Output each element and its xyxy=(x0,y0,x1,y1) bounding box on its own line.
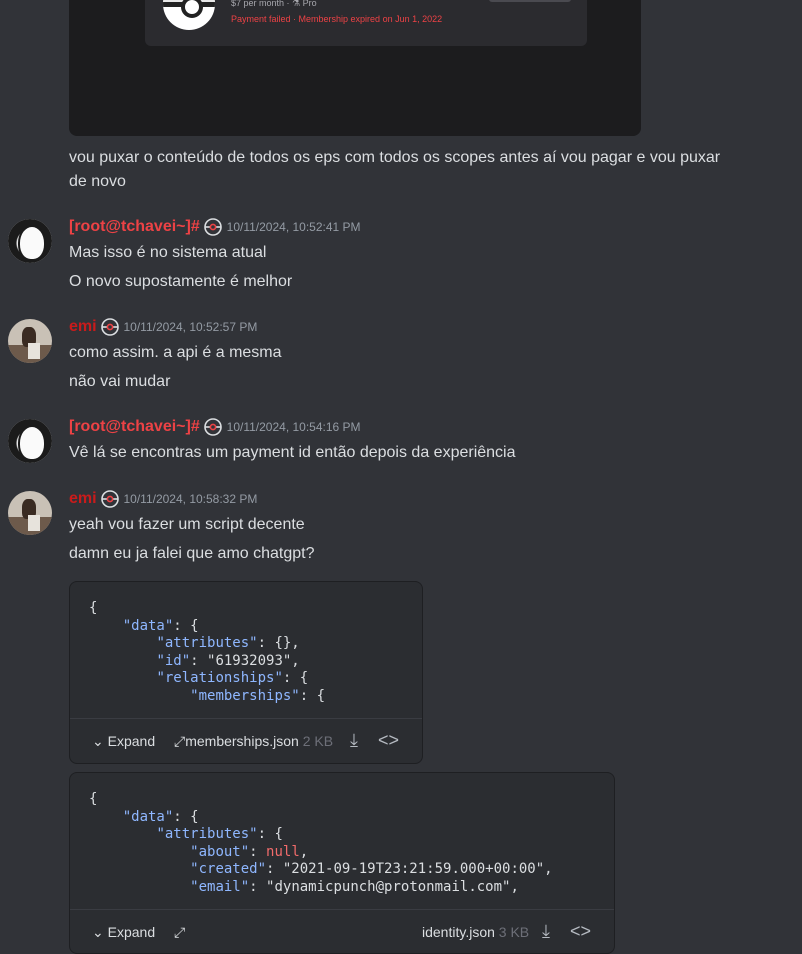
pokeball-badge-icon xyxy=(204,418,223,436)
pokeball-badge-icon xyxy=(204,218,223,236)
attachment-footer: ⌄ Expand ⤢memberships.json 2 KB ⤓ <> xyxy=(70,718,422,763)
code-line: "id": "61932093", xyxy=(156,652,300,669)
message-header: emi 10/11/2024, 10:58:32 PM xyxy=(69,490,257,508)
membership-button xyxy=(489,0,571,2)
membership-error: Payment failed · Membership expired on J… xyxy=(231,14,443,24)
expand-button[interactable]: ⌄ Expand xyxy=(92,924,155,941)
code-line: "data": { xyxy=(122,808,199,825)
message-line: vou puxar o conteúdo de todos os eps com… xyxy=(69,149,721,166)
message-content: vou puxar o conteúdo de todos os eps com… xyxy=(69,146,769,194)
message-header: [root@tchavei~]# 10/11/2024, 10:52:41 PM xyxy=(69,218,361,236)
timestamp: 10/11/2024, 10:52:57 PM xyxy=(123,320,258,335)
expand-button[interactable]: ⌄ Expand xyxy=(92,733,155,750)
timestamp: 10/11/2024, 10:52:41 PM xyxy=(226,220,361,235)
code-line: "created": "2021-09-19T23:21:59.000+00:0… xyxy=(190,861,553,878)
expand-arrows-icon[interactable]: ⤢ xyxy=(174,733,185,749)
code-line: { xyxy=(89,600,98,616)
message-header: emi 10/11/2024, 10:52:57 PM xyxy=(69,318,257,336)
timestamp: 10/11/2024, 10:54:16 PM xyxy=(226,420,361,435)
expand-arrows-icon[interactable]: ⤢ xyxy=(174,924,185,941)
file-attachment[interactable]: { "data": { "attributes": {}, "id": "619… xyxy=(69,581,423,764)
code-line: "data": { xyxy=(122,617,199,634)
avatar[interactable] xyxy=(8,319,52,363)
pokeball-badge-icon xyxy=(101,490,119,508)
pokeball-badge-icon xyxy=(101,318,119,336)
code-line: "email": "dynamicpunch@protonmail.com", xyxy=(190,878,519,895)
timestamp: 10/11/2024, 10:58:32 PM xyxy=(123,492,258,507)
code-line: "relationships": { xyxy=(156,670,309,687)
message-line: damn eu ja falei que amo chatgpt? xyxy=(69,545,315,562)
code-view-icon[interactable]: <> xyxy=(570,922,591,940)
username[interactable]: emi xyxy=(69,318,97,335)
download-icon[interactable]: ⤓ xyxy=(350,731,358,749)
message-line: Vê lá se encontras um payment id então d… xyxy=(69,444,516,461)
avatar[interactable] xyxy=(8,491,52,535)
code-line: "attributes": { xyxy=(156,826,283,843)
membership-card: $7 per month · ⚗ Pro Payment failed · Me… xyxy=(145,0,587,46)
code-line: { xyxy=(89,791,98,807)
username[interactable]: [root@tchavei~]# xyxy=(69,218,200,235)
username[interactable]: [root@tchavei~]# xyxy=(69,418,200,435)
file-name[interactable]: memberships.json xyxy=(185,733,299,749)
expand-label: Expand xyxy=(107,733,156,749)
code-line: "about": null, xyxy=(190,843,309,860)
code-line: "memberships": { xyxy=(190,687,326,704)
code-line: "attributes": {}, xyxy=(156,635,300,652)
pokeball-icon xyxy=(163,0,215,30)
message-line: O novo supostamente é melhor xyxy=(69,273,293,290)
code-preview: { "data": { "attributes": {}, "id": "619… xyxy=(89,600,325,706)
embedded-image[interactable]: $7 per month · ⚗ Pro Payment failed · Me… xyxy=(69,0,641,136)
download-icon[interactable]: ⤓ xyxy=(542,922,550,940)
message-line: não vai mudar xyxy=(69,373,171,390)
file-size: 2 KB xyxy=(302,733,334,749)
code-view-icon[interactable]: <> xyxy=(378,731,399,749)
message-line: como assim. a api é a mesma xyxy=(69,344,282,361)
message-line: de novo xyxy=(69,173,126,190)
avatar[interactable] xyxy=(8,219,52,263)
code-preview: { "data": { "attributes": { "about": nul… xyxy=(89,791,553,897)
message-header: [root@tchavei~]# 10/11/2024, 10:54:16 PM xyxy=(69,418,361,436)
avatar[interactable] xyxy=(8,419,52,463)
file-info: ⤢memberships.json 2 KB xyxy=(174,733,333,750)
username[interactable]: emi xyxy=(69,490,97,507)
membership-price: $7 per month · ⚗ Pro xyxy=(231,0,317,8)
message-line: Mas isso é no sistema atual xyxy=(69,244,267,261)
flask-icon: ⚗ xyxy=(292,0,303,8)
file-attachment[interactable]: { "data": { "attributes": { "about": nul… xyxy=(69,772,615,954)
chevron-down-icon: ⌄ xyxy=(92,733,104,749)
message-line: yeah vou fazer um script decente xyxy=(69,516,305,533)
attachment-footer: ⌄ Expand ⤢ identity.json 3 KB ⤓ <> xyxy=(70,909,614,954)
